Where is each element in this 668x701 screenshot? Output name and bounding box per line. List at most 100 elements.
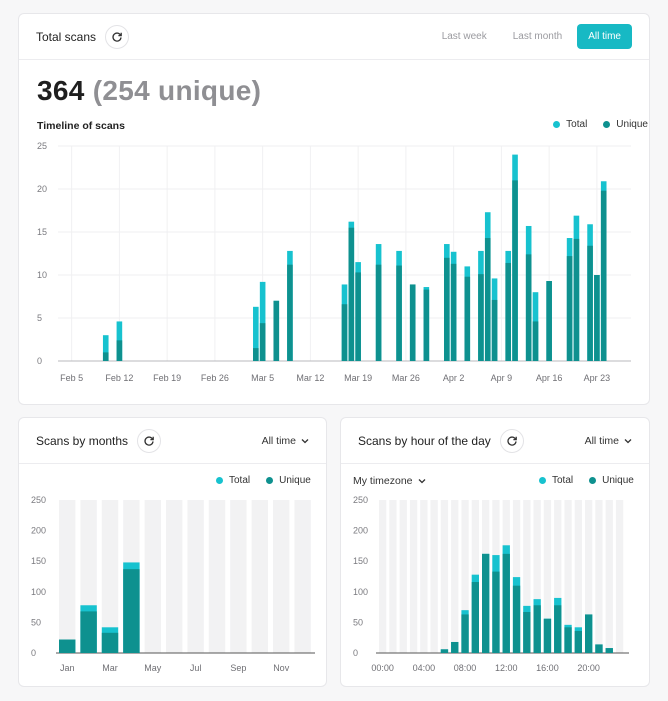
unique-bar xyxy=(594,275,600,361)
x-tick-label: Sep xyxy=(230,663,246,673)
y-tick-label: 200 xyxy=(31,526,46,536)
unique-bar xyxy=(80,611,97,653)
hours-chart: 0 50 100 150 200 250 00:00 04:00 08:00 12:00 16:00… xyxy=(353,495,629,673)
total-scan-count: 364 (254 unique) xyxy=(37,75,261,107)
bar-background xyxy=(208,500,226,653)
months-header: Scans by months All time xyxy=(19,418,326,464)
months-chart: 0 50 100 150 200 250 Jan Mar May Jul Sep Nov xyxy=(31,495,315,673)
x-tick-label: Apr 23 xyxy=(584,373,611,383)
bar-background xyxy=(379,500,387,653)
unique-bar xyxy=(587,245,593,361)
x-tick-label: Apr 9 xyxy=(491,373,513,383)
unique-bar xyxy=(600,190,607,361)
bar-background xyxy=(273,500,290,653)
unique-number: (254 unique) xyxy=(92,75,262,106)
x-tick-label: Nov xyxy=(273,663,290,673)
unique-bar xyxy=(484,238,491,361)
unique-bar xyxy=(450,263,457,361)
unique-bar xyxy=(451,641,459,653)
months-legend: Total Unique xyxy=(216,475,311,486)
unique-bar xyxy=(573,238,580,361)
total-scans-title: Total scans xyxy=(36,29,97,44)
unique-bar xyxy=(375,264,382,361)
hours-legend: Total Unique xyxy=(539,475,634,486)
x-tick-label: Jan xyxy=(60,663,75,673)
unique-bar xyxy=(471,582,479,653)
unique-dot-icon xyxy=(266,476,274,484)
x-tick-label: Feb 5 xyxy=(60,373,83,383)
legend-unique: Unique xyxy=(266,475,311,486)
refresh-icon[interactable] xyxy=(137,428,162,453)
tab-all-time[interactable]: All time xyxy=(577,24,632,49)
unique-dot-icon xyxy=(603,120,611,128)
unique-bar xyxy=(585,614,593,653)
timezone-label: My timezone xyxy=(353,475,413,487)
bar-background xyxy=(166,500,183,653)
unique-bar xyxy=(525,254,532,361)
unique-bar xyxy=(444,257,450,361)
bar-background xyxy=(420,500,428,653)
bar-background xyxy=(389,500,397,653)
unique-bar xyxy=(123,569,140,653)
x-tick-label: 04:00 xyxy=(413,663,436,673)
x-tick-label: 12:00 xyxy=(495,663,518,673)
unique-bar xyxy=(59,639,76,653)
total-number: 364 xyxy=(37,75,85,106)
x-tick-label: Mar 12 xyxy=(296,373,324,383)
tab-last-month[interactable]: Last month xyxy=(502,24,573,49)
hours-range-label: All time xyxy=(584,434,619,447)
unique-bar xyxy=(287,264,293,361)
x-tick-label: Mar 5 xyxy=(251,373,274,383)
unique-bar xyxy=(273,300,280,361)
unique-bar xyxy=(409,284,416,361)
hours-header: Scans by hour of the day All time xyxy=(341,418,649,464)
unique-bar xyxy=(523,611,531,653)
bar-background xyxy=(399,500,407,653)
legend-total: Total xyxy=(553,119,587,130)
timezone-dropdown[interactable]: My timezone xyxy=(353,475,426,487)
unique-bar xyxy=(491,299,498,361)
bar-background xyxy=(440,500,449,653)
range-tabs: Last week Last month All time xyxy=(431,24,632,49)
x-tick-label: Jul xyxy=(190,663,202,673)
y-tick-label: 25 xyxy=(37,141,47,151)
total-dot-icon xyxy=(553,120,561,128)
timeline-legend: Total Unique xyxy=(553,119,648,130)
unique-bar xyxy=(502,553,510,653)
legend-unique: Unique xyxy=(603,119,648,130)
y-tick-label: 50 xyxy=(353,617,363,627)
unique-bar xyxy=(423,289,430,361)
x-tick-label: 20:00 xyxy=(577,663,600,673)
y-tick-label: 15 xyxy=(37,227,47,237)
unique-bar xyxy=(546,281,552,361)
y-tick-label: 100 xyxy=(353,587,368,597)
y-tick-label: 100 xyxy=(31,587,46,597)
hours-title: Scans by hour of the day xyxy=(358,433,491,448)
unique-bar xyxy=(605,648,613,653)
y-tick-label: 200 xyxy=(353,526,368,536)
unique-bar xyxy=(461,614,469,653)
y-tick-label: 50 xyxy=(31,617,41,627)
bar-background xyxy=(294,500,311,653)
refresh-icon[interactable] xyxy=(105,24,130,49)
refresh-icon[interactable] xyxy=(499,428,524,453)
x-tick-label: Mar 26 xyxy=(392,373,420,383)
chevron-down-icon xyxy=(624,438,632,443)
unique-bar xyxy=(102,352,109,361)
tab-last-week[interactable]: Last week xyxy=(431,24,498,49)
unique-bar xyxy=(564,627,572,653)
unique-bar xyxy=(532,321,539,361)
months-range-dropdown[interactable]: All time xyxy=(262,435,309,447)
total-dot-icon xyxy=(216,476,223,484)
bar-background xyxy=(144,500,161,653)
unique-bar xyxy=(348,227,355,361)
unique-bar xyxy=(464,276,471,361)
bar-background xyxy=(605,500,613,653)
unique-bar xyxy=(595,644,603,653)
hours-range-dropdown[interactable]: All time xyxy=(585,435,632,447)
unique-bar xyxy=(355,272,361,361)
bar-background xyxy=(187,500,204,653)
bar-background xyxy=(430,500,438,653)
bar-background xyxy=(59,500,76,653)
y-tick-label: 0 xyxy=(37,356,42,366)
